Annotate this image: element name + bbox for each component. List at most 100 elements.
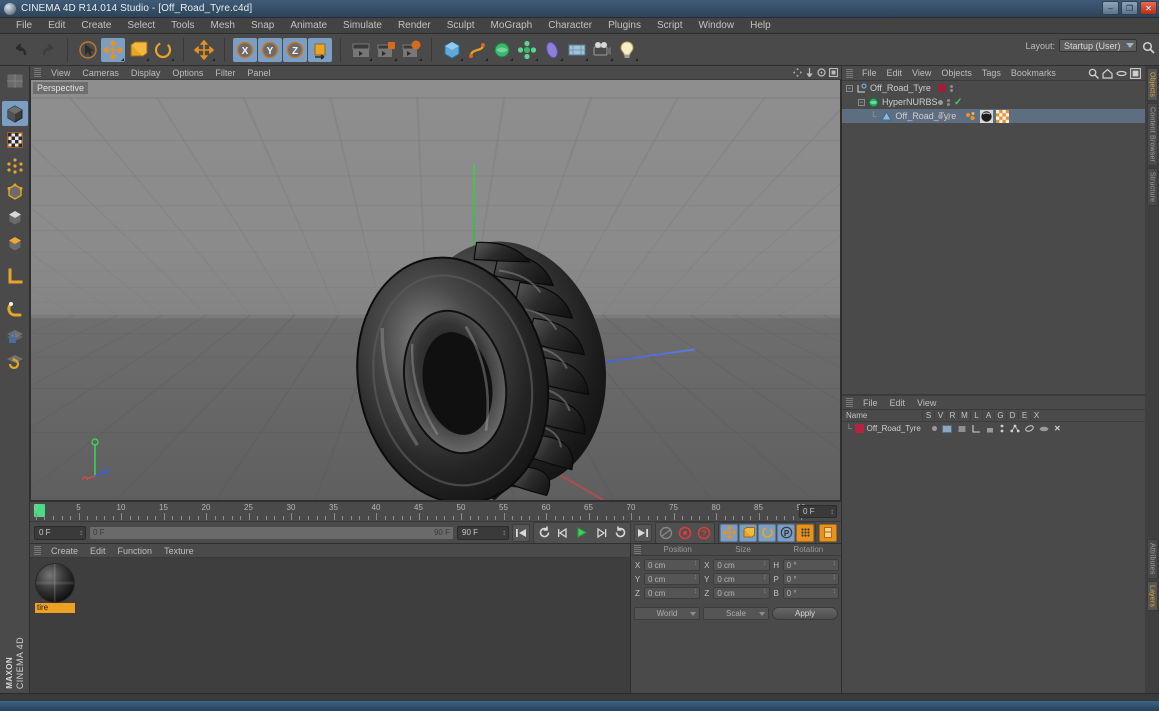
object-row-hypernurbs[interactable]: − HyperNURBS ✓ <box>842 95 1145 109</box>
world-object-coordinates-icon[interactable] <box>308 37 332 62</box>
stepper-icon[interactable]: ↕ <box>694 574 698 581</box>
texture-axis-icon[interactable] <box>2 68 28 93</box>
menu-create[interactable]: Create <box>73 18 119 34</box>
attribute-menu-file[interactable]: File <box>857 396 884 410</box>
record-pla-button[interactable] <box>796 523 814 542</box>
timeline-frame-field[interactable]: 0 F ↕ <box>799 505 837 518</box>
tree-expand-toggle[interactable]: − <box>858 98 865 106</box>
panel-grip-icon[interactable] <box>846 68 853 78</box>
play-button[interactable] <box>573 524 591 542</box>
attribute-row[interactable]: └ Off_Road_Tyre ✕ <box>842 422 1145 435</box>
scale-tool-icon[interactable] <box>126 38 150 62</box>
manager-toggle-icon[interactable] <box>972 424 981 433</box>
x-axis-lock-icon[interactable]: X <box>233 37 257 62</box>
object-color-swatch[interactable] <box>938 84 946 92</box>
animation-toggle-icon[interactable] <box>999 424 1005 433</box>
current-frame-field[interactable]: 0 F ↕ <box>34 525 86 540</box>
object-menu-file[interactable]: File <box>857 66 882 81</box>
apply-button[interactable]: Apply <box>772 607 838 620</box>
y-axis-lock-icon[interactable]: Y <box>258 37 282 62</box>
menu-window[interactable]: Window <box>691 18 743 34</box>
texture-tag-icon[interactable] <box>996 109 1009 123</box>
menu-snap[interactable]: Snap <box>243 18 282 34</box>
stepper-icon[interactable]: ↕ <box>832 574 836 581</box>
viewport-menu-view[interactable]: View <box>45 66 76 80</box>
undo-icon[interactable] <box>10 38 34 62</box>
record-position-button[interactable] <box>720 523 738 542</box>
viewport-menu-filter[interactable]: Filter <box>209 66 241 80</box>
menu-plugins[interactable]: Plugins <box>600 18 649 34</box>
stepper-icon[interactable]: ↕ <box>502 528 506 537</box>
object-tree[interactable]: − Off_Road_Tyre − HyperNURBS ✓ └ Off_Roa… <box>842 81 1145 394</box>
fullscreen-icon[interactable] <box>1130 68 1141 79</box>
previous-key-button[interactable] <box>554 524 572 542</box>
menu-character[interactable]: Character <box>540 18 600 34</box>
phong-tag-icon[interactable] <box>964 110 977 123</box>
viewport-menu-panel[interactable]: Panel <box>241 66 276 80</box>
stepper-icon[interactable]: ↕ <box>832 560 836 567</box>
menu-select[interactable]: Select <box>119 18 163 34</box>
field-size-x[interactable]: 0 cm ↕ <box>713 559 770 571</box>
field-size-z[interactable]: 0 cm ↕ <box>713 587 770 599</box>
layout-dropdown[interactable]: Startup (User) <box>1059 39 1137 52</box>
panel-grip-icon[interactable] <box>634 545 641 554</box>
panel-grip-icon[interactable] <box>846 398 853 407</box>
edges-mode-icon[interactable] <box>2 179 28 204</box>
material-menu-texture[interactable]: Texture <box>158 544 200 558</box>
generator-toggle-icon[interactable] <box>1010 424 1020 433</box>
array-modeling-icon[interactable] <box>515 38 539 62</box>
rotate-view-icon[interactable] <box>817 68 826 77</box>
redo-icon[interactable] <box>35 38 59 62</box>
tab-attributes[interactable]: Attributes <box>1146 539 1158 579</box>
move-tool-icon[interactable] <box>101 37 125 62</box>
stepper-icon[interactable]: ↕ <box>694 560 698 567</box>
viewport-menu-display[interactable]: Display <box>125 66 167 80</box>
stepper-icon[interactable]: ↕ <box>832 588 836 595</box>
material-list[interactable]: tire <box>30 558 630 693</box>
preview-range-slider[interactable]: 0 F 90 F <box>89 525 454 540</box>
lock-toggle-icon[interactable] <box>986 424 994 433</box>
visible-toggle-icon[interactable] <box>942 424 952 433</box>
menu-render[interactable]: Render <box>390 18 439 34</box>
material-menu-create[interactable]: Create <box>45 544 84 558</box>
menu-mograph[interactable]: MoGraph <box>483 18 541 34</box>
pan-view-icon[interactable] <box>793 68 802 77</box>
polygons-mode-icon[interactable] <box>2 205 28 230</box>
panel-grip-icon[interactable] <box>34 68 41 77</box>
field-position-z[interactable]: 0 cm ↕ <box>644 587 701 599</box>
camera-icon[interactable] <box>590 38 614 62</box>
record-active-objects-button[interactable] <box>676 524 694 542</box>
layer-filter-icon[interactable] <box>1116 68 1127 79</box>
visibility-dots-icon[interactable] <box>950 84 953 92</box>
menu-animate[interactable]: Animate <box>282 18 335 34</box>
attribute-menu-edit[interactable]: Edit <box>884 396 912 410</box>
object-menu-view[interactable]: View <box>907 66 936 81</box>
lock-workplane-icon[interactable] <box>2 323 28 348</box>
tab-objects[interactable]: Objects <box>1146 68 1158 102</box>
material-menu-function[interactable]: Function <box>112 544 159 558</box>
rotate-tool-icon[interactable] <box>151 38 175 62</box>
material-tag-icon[interactable] <box>980 109 993 123</box>
render-view-icon[interactable] <box>349 38 373 62</box>
tab-content-browser[interactable]: Content Browser <box>1146 103 1158 167</box>
menu-edit[interactable]: Edit <box>40 18 73 34</box>
deformer-icon[interactable] <box>540 38 564 62</box>
coordinate-system-dropdown[interactable]: World <box>634 607 700 620</box>
object-menu-tags[interactable]: Tags <box>977 66 1006 81</box>
visibility-dots-icon[interactable] <box>947 98 950 106</box>
stepper-icon[interactable]: ↕ <box>694 588 698 595</box>
tire-material-sphere[interactable] <box>35 563 75 603</box>
go-to-end-button[interactable] <box>634 523 652 542</box>
stepper-icon[interactable]: ↕ <box>763 574 767 581</box>
timeline-ruler[interactable]: 051015202530354045505560657075808590 0 F… <box>30 501 841 521</box>
solo-toggle[interactable] <box>932 426 937 431</box>
keyframe-selection-button[interactable] <box>819 523 837 542</box>
menu-mesh[interactable]: Mesh <box>203 18 243 34</box>
next-key-button[interactable] <box>592 524 610 542</box>
attribute-menu-view[interactable]: View <box>911 396 942 410</box>
search-icon[interactable] <box>1142 41 1155 54</box>
tab-layers[interactable]: Layers <box>1146 580 1158 611</box>
go-to-start-button[interactable] <box>512 523 530 542</box>
menu-simulate[interactable]: Simulate <box>335 18 390 34</box>
xpresso-toggle-icon[interactable]: ✕ <box>1054 424 1061 433</box>
